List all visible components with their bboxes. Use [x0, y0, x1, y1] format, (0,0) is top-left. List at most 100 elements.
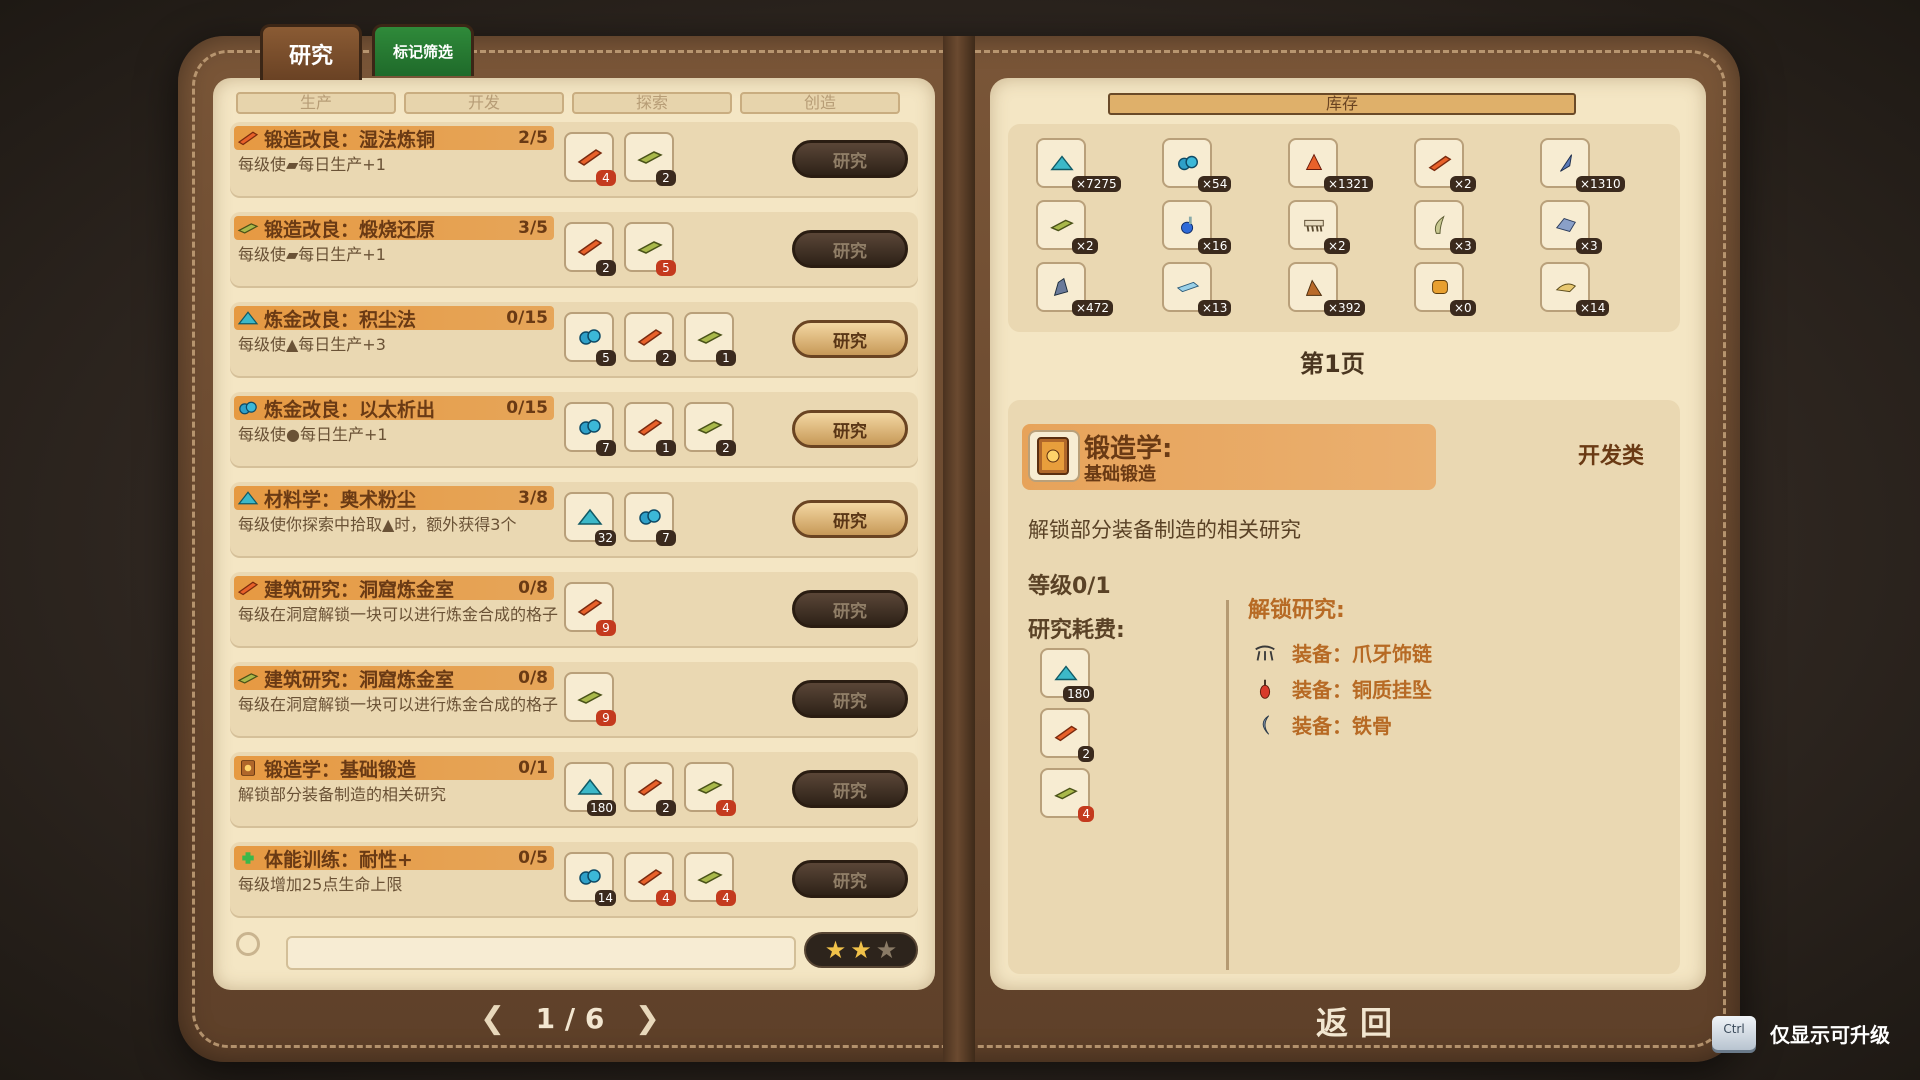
copper-bar-icon: [636, 866, 664, 888]
upgradable-filter-hint[interactable]: Ctrl 仅显示可升级: [1712, 1016, 1890, 1050]
detail-description: 解锁部分装备制造的相关研究: [1028, 518, 1301, 542]
inventory-slot[interactable]: ×1321: [1288, 138, 1373, 192]
search-input[interactable]: [286, 936, 796, 970]
research-row[interactable]: 材料学：奥术粉尘 3/8 每级使你探索中拾取▲时，额外获得3个 32 7 研究: [230, 482, 918, 558]
inventory-slot[interactable]: ×7275: [1036, 138, 1121, 192]
research-button[interactable]: 研究: [792, 770, 908, 808]
tab-research[interactable]: 研究: [260, 24, 362, 80]
research-title-bar: 锻造改良：煅烧还原 3/5: [234, 216, 554, 241]
research-button[interactable]: 研究: [792, 140, 908, 178]
item-count: ×13: [1198, 300, 1232, 316]
research-progress: 0/8: [518, 668, 548, 688]
tab-mark-filter[interactable]: 标记筛选: [372, 24, 474, 76]
research-progress: 0/15: [506, 308, 548, 328]
cost-slot: 2: [564, 222, 616, 276]
research-button[interactable]: 研究: [792, 590, 908, 628]
next-page-icon[interactable]: ❯: [635, 1001, 660, 1036]
cost-slot: 9: [564, 672, 616, 726]
green-bar-icon: [696, 326, 724, 348]
cost-amount: 5: [656, 260, 676, 276]
unlock-item[interactable]: 装备：爪牙饰链: [1252, 638, 1432, 667]
detail-cost-slot: 4: [1040, 768, 1094, 822]
search-icon[interactable]: [236, 932, 260, 956]
stone-icon: [1553, 214, 1579, 236]
rock-icon: [1301, 276, 1327, 298]
dust-icon: [236, 309, 260, 327]
research-row[interactable]: 建筑研究：洞窟炼金室 0/8 每级在洞窟解锁一块可以进行炼金合成的格子 9 研究: [230, 662, 918, 738]
ore-icon: [636, 506, 664, 528]
ore-icon: [576, 866, 604, 888]
star-filter-button[interactable]: ★ ★ ★: [804, 932, 918, 968]
ice-bar-icon: [1175, 276, 1201, 298]
fang-icon: [1553, 276, 1579, 298]
research-row[interactable]: 体能训练：耐性+ 0/5 每级增加25点生命上限 14 4 4 研究: [230, 842, 918, 918]
research-button[interactable]: 研究: [792, 410, 908, 448]
cost-slot: 7: [564, 402, 616, 456]
research-button[interactable]: 研究: [792, 860, 908, 898]
research-row[interactable]: 炼金改良：以太析出 0/15 每级使●每日生产+1 7 1 2 研究: [230, 392, 918, 468]
cost-amount: 180: [1063, 686, 1094, 702]
cost-slot: 1: [684, 312, 736, 366]
research-button[interactable]: 研究: [792, 230, 908, 268]
unlock-label: 解锁研究:: [1248, 598, 1345, 623]
cost-slot: 7: [624, 492, 676, 546]
research-button[interactable]: 研究: [792, 680, 908, 718]
ore-icon: [576, 326, 604, 348]
research-button[interactable]: 研究: [792, 320, 908, 358]
copper-bar-icon: [576, 596, 604, 618]
cost-amount: 7: [656, 530, 676, 546]
category-tab-exploration[interactable]: 探索: [572, 92, 732, 114]
inventory-slot[interactable]: ×14: [1540, 262, 1610, 316]
inventory-slot[interactable]: ×13: [1162, 262, 1232, 316]
research-row[interactable]: 锻造改良：煅烧还原 3/5 每级使▰每日生产+1 2 5 研究: [230, 212, 918, 288]
research-progress: 0/8: [518, 578, 548, 598]
research-row[interactable]: 锻造学：基础锻造 0/1 解锁部分装备制造的相关研究 180 2 4 研究: [230, 752, 918, 828]
inventory-slot[interactable]: ×2: [1288, 200, 1350, 254]
item-count: ×3: [1450, 238, 1476, 254]
prev-page-icon[interactable]: ❮: [480, 1001, 505, 1036]
ore-icon: [236, 399, 260, 417]
category-tab-creation[interactable]: 创造: [740, 92, 900, 114]
detail-subtitle: 基础锻造: [1084, 464, 1156, 485]
research-row[interactable]: 炼金改良：积尘法 0/15 每级使▲每日生产+3 5 2 1 研究: [230, 302, 918, 378]
book-spine: [943, 36, 975, 1062]
category-tab-development[interactable]: 开发: [404, 92, 564, 114]
research-name: 锻造学：基础锻造: [264, 758, 417, 781]
category-tab-production[interactable]: 生产: [236, 92, 396, 114]
inventory-slot[interactable]: ×2: [1036, 200, 1098, 254]
inventory-slot[interactable]: ×3: [1414, 200, 1476, 254]
page-number: 1 / 6: [535, 1001, 605, 1035]
category-tabs: 生产 开发 探索 创造: [236, 92, 900, 114]
research-description: 每级使▰每日生产+1: [238, 245, 386, 264]
inventory-slot[interactable]: ×2: [1414, 138, 1476, 192]
amber-icon: [1427, 276, 1453, 298]
research-name: 炼金改良：以太析出: [264, 398, 436, 421]
green-bar-icon: [236, 669, 260, 687]
cost-slot: 5: [624, 222, 676, 276]
inventory-slot[interactable]: ×472: [1036, 262, 1113, 316]
research-row[interactable]: 锻造改良：湿法炼铜 2/5 每级使▰每日生产+1 4 2 研究: [230, 122, 918, 198]
inventory-slot[interactable]: ×392: [1288, 262, 1365, 316]
ctrl-key-icon: Ctrl: [1712, 1016, 1756, 1050]
back-button[interactable]: 返回: [1316, 998, 1404, 1044]
unlock-item[interactable]: 装备：铜质挂坠: [1252, 674, 1432, 703]
detail-type: 开发类: [1578, 444, 1645, 469]
cost-slot: 4: [684, 762, 736, 816]
copper-bar-icon: [1427, 152, 1453, 174]
cost-amount: 1: [656, 440, 676, 456]
inventory-slot[interactable]: ×16: [1162, 200, 1232, 254]
research-description: 解锁部分装备制造的相关研究: [238, 785, 447, 804]
forging-book-icon: [1028, 430, 1080, 482]
cost-amount: 180: [587, 800, 616, 816]
cost-slot: 5: [564, 312, 616, 366]
inventory-slot[interactable]: ×3: [1540, 200, 1602, 254]
inventory-slot[interactable]: ×1310: [1540, 138, 1625, 192]
inventory-slot[interactable]: ×0: [1414, 262, 1476, 316]
pager: ❮ 1 / 6 ❯: [480, 998, 660, 1038]
unlock-item[interactable]: 装备：铁骨: [1252, 710, 1392, 739]
research-row[interactable]: 建筑研究：洞窟炼金室 0/8 每级在洞窟解锁一块可以进行炼金合成的格子 9 研究: [230, 572, 918, 648]
research-button[interactable]: 研究: [792, 500, 908, 538]
inventory-slot[interactable]: ×54: [1162, 138, 1232, 192]
cost-amount: 4: [716, 800, 736, 816]
cost-slot: 2: [624, 312, 676, 366]
